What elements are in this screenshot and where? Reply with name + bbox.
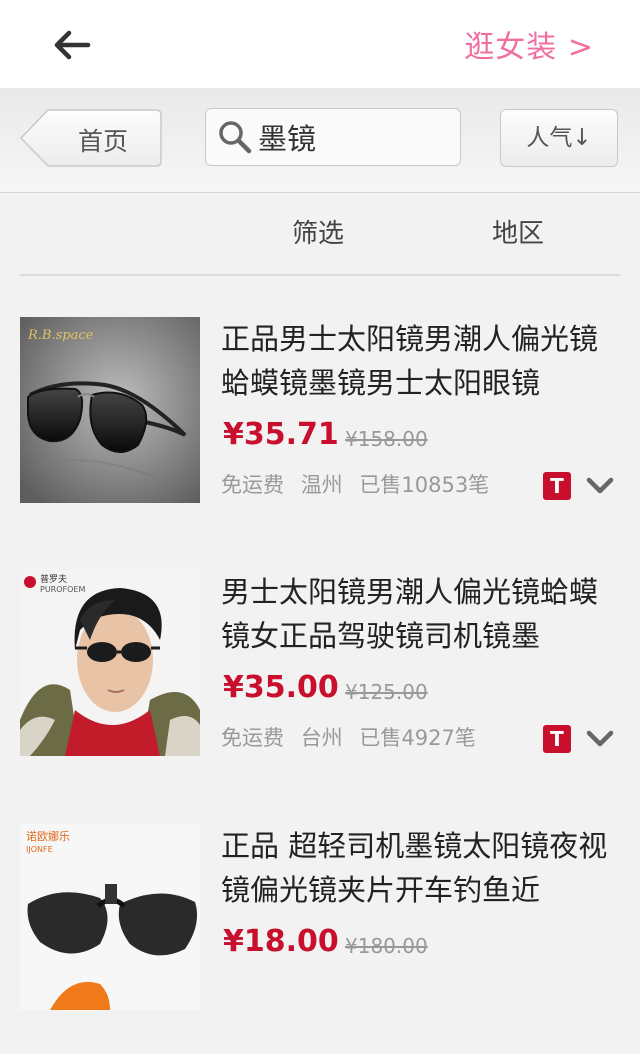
- shipping-label: 免运费: [221, 473, 284, 497]
- search-icon: [219, 121, 252, 154]
- product-image[interactable]: R.B.space: [20, 317, 200, 503]
- sold-count: 已售10853笔: [359, 473, 490, 497]
- product-item[interactable]: 普罗夫 PUROFOEM 男士太阳镜男潮人偏光镜蛤蟆镜女正品驾驶镜司机镜墨 ¥3…: [0, 570, 640, 800]
- product-title[interactable]: 男士太阳镜男潮人偏光镜蛤蟆镜女正品驾驶镜司机镜墨: [221, 570, 621, 658]
- search-input[interactable]: [258, 117, 448, 157]
- product-original-price: ¥125.00: [345, 680, 428, 704]
- product-price: ¥18.00: [223, 924, 339, 959]
- product-item[interactable]: 诺欧娜乐 IJONFE 正品 超轻司机墨镜太阳镜夜视镜偏光镜夹片开车钓鱼近 ¥1…: [0, 824, 640, 1054]
- chevron-down-icon[interactable]: [586, 730, 614, 748]
- brand-logo: R.B.space: [27, 328, 94, 343]
- shipping-label: 免运费: [221, 726, 284, 750]
- product-price: ¥35.71: [223, 417, 339, 452]
- tmall-badge-icon: T: [543, 725, 571, 753]
- home-button[interactable]: 首页: [20, 109, 162, 167]
- search-box[interactable]: [205, 108, 461, 166]
- browse-womens-link[interactable]: 逛女装 >: [464, 22, 594, 66]
- search-toolbar: 首页 人气↓: [0, 88, 640, 193]
- location-label: 台州: [300, 726, 343, 750]
- product-meta: 免运费 台州 已售4927笔: [221, 722, 486, 752]
- product-title[interactable]: 正品男士太阳镜男潮人偏光镜蛤蟆镜墨镜男士太阳眼镜: [221, 317, 621, 405]
- tmall-badge-icon: T: [543, 472, 571, 500]
- brand-logo: 普罗夫: [40, 573, 67, 585]
- brand-logo: 诺欧娜乐: [26, 829, 70, 843]
- product-original-price: ¥158.00: [345, 427, 428, 451]
- product-price: ¥35.00: [223, 670, 339, 705]
- product-image[interactable]: 普罗夫 PUROFOEM: [20, 570, 200, 756]
- product-original-price: ¥180.00: [345, 934, 428, 958]
- product-item[interactable]: R.B.space 正品男士太阳镜男潮人偏光镜蛤蟆镜墨镜男士太阳眼镜 ¥35.7…: [0, 317, 640, 547]
- sort-popularity-button[interactable]: 人气↓: [500, 109, 618, 167]
- product-meta: 免运费 温州 已售10853笔: [221, 469, 499, 499]
- product-image[interactable]: 诺欧娜乐 IJONFE: [20, 824, 200, 1010]
- sold-count: 已售4927笔: [359, 726, 476, 750]
- region-button[interactable]: 地区: [492, 213, 544, 250]
- filter-button[interactable]: 筛选: [292, 213, 344, 250]
- home-button-label: 首页: [78, 127, 129, 156]
- svg-text:IJONFE: IJONFE: [26, 845, 53, 854]
- top-bar: 逛女装 >: [0, 0, 640, 88]
- location-label: 温州: [300, 473, 343, 497]
- filter-row: 筛选 地区: [20, 193, 620, 276]
- left-arrow-icon[interactable]: [52, 28, 92, 62]
- product-title[interactable]: 正品 超轻司机墨镜太阳镜夜视镜偏光镜夹片开车钓鱼近: [221, 824, 621, 912]
- svg-text:PUROFOEM: PUROFOEM: [40, 585, 85, 594]
- chevron-down-icon[interactable]: [586, 477, 614, 495]
